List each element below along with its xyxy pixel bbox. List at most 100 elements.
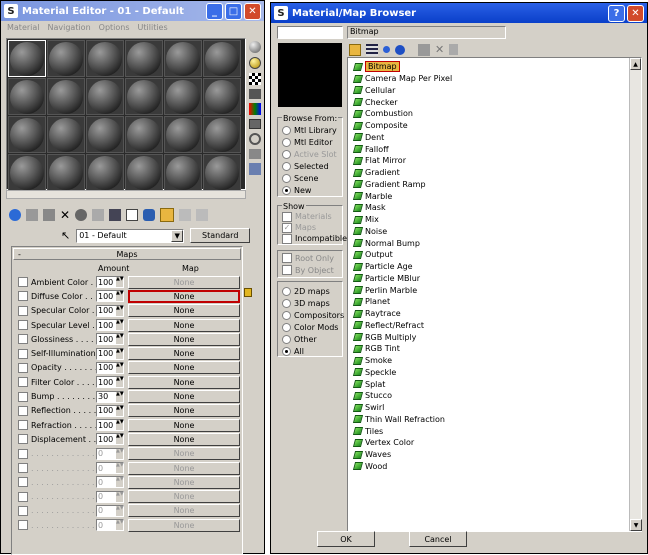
reset-map-icon[interactable]: ✕ — [60, 208, 70, 222]
map-enable-checkbox[interactable] — [18, 520, 28, 531]
map-enable-checkbox[interactable] — [18, 291, 28, 302]
map-enable-checkbox[interactable] — [18, 448, 28, 459]
map-list-item[interactable]: Reflect/Refract — [352, 320, 641, 332]
map-enable-checkbox[interactable] — [18, 420, 28, 431]
map-list-item[interactable]: Mix — [352, 214, 641, 226]
spinner-arrows-icon[interactable]: ▲▼ — [116, 320, 124, 331]
spinner-arrows-icon[interactable]: ▲▼ — [116, 291, 124, 302]
make-unique-icon[interactable] — [92, 209, 105, 221]
map-list-item[interactable]: Splat — [352, 378, 641, 390]
get-material-icon[interactable] — [9, 209, 21, 221]
spinner-arrows-icon[interactable]: ▲▼ — [116, 434, 124, 445]
filter-2d-maps-radio[interactable]: 2D maps — [282, 285, 344, 297]
map-enable-checkbox[interactable] — [18, 491, 28, 502]
map-slot-button[interactable]: None — [128, 361, 240, 375]
sample-slot[interactable] — [47, 78, 85, 115]
map-list-item[interactable]: Output — [352, 249, 641, 261]
menu-item-navigation[interactable]: Navigation — [48, 23, 91, 33]
show-end-result-icon[interactable] — [160, 208, 175, 222]
map-list-item[interactable]: Gradient — [352, 167, 641, 179]
sample-slot[interactable] — [8, 154, 46, 191]
map-list-item[interactable]: Composite — [352, 120, 641, 132]
map-amount-spinner[interactable]: 100 ▲▼ — [96, 333, 124, 346]
lock-icon[interactable] — [244, 288, 252, 297]
sample-slot[interactable] — [164, 154, 202, 191]
sample-slot[interactable] — [203, 40, 241, 77]
background-icon[interactable] — [249, 73, 261, 85]
map-amount-spinner[interactable]: 100 ▲▼ — [96, 319, 124, 332]
map-slot-button[interactable]: None — [128, 304, 240, 318]
map-slot-button[interactable]: None — [128, 318, 240, 332]
map-list-item[interactable]: Flat Mirror — [352, 155, 641, 167]
map-slot-button[interactable]: None — [128, 475, 240, 489]
map-slot-button[interactable]: None — [128, 347, 240, 361]
map-enable-checkbox[interactable] — [18, 505, 28, 516]
browse-from-selected-radio[interactable]: Selected — [282, 160, 337, 172]
map-list-item[interactable]: RGB Tint — [352, 343, 641, 355]
map-list-item[interactable]: Smoke — [352, 355, 641, 367]
map-amount-spinner[interactable]: 0 ▲▼ — [96, 490, 124, 503]
browser-selected-name-field[interactable]: Bitmap — [347, 26, 506, 39]
map-amount-spinner[interactable]: 0 ▲▼ — [96, 504, 124, 517]
map-list-item[interactable]: Speckle — [352, 367, 641, 379]
map-list-item[interactable]: Checker — [352, 96, 641, 108]
spinner-arrows-icon[interactable]: ▲▼ — [116, 391, 124, 402]
map-list-item[interactable]: Particle Age — [352, 261, 641, 273]
map-enable-checkbox[interactable] — [18, 362, 28, 373]
spinner-arrows-icon[interactable]: ▲▼ — [116, 277, 124, 288]
sample-slot[interactable] — [203, 154, 241, 191]
sample-slot[interactable] — [47, 40, 85, 77]
map-enable-checkbox[interactable] — [18, 305, 28, 316]
spinner-arrows-icon[interactable]: ▲▼ — [116, 348, 124, 359]
spinner-arrows-icon[interactable]: ▲▼ — [116, 520, 124, 531]
map-amount-spinner[interactable]: 100 ▲▼ — [96, 347, 124, 360]
filter-compositors-radio[interactable]: Compositors — [282, 309, 344, 321]
map-enable-checkbox[interactable] — [18, 477, 28, 488]
sample-slot[interactable] — [8, 78, 46, 115]
spinner-arrows-icon[interactable]: ▲▼ — [116, 463, 124, 473]
map-amount-spinner[interactable]: 0 ▲▼ — [96, 447, 124, 460]
spinner-arrows-icon[interactable]: ▲▼ — [116, 405, 124, 416]
map-list-item[interactable]: Swirl — [352, 402, 641, 414]
browse-from-mtl-editor-radio[interactable]: Mtl Editor — [282, 136, 337, 148]
menu-item-material[interactable]: Material — [7, 23, 40, 33]
show-materials-checkbox[interactable]: Materials — [282, 211, 347, 222]
sample-slot[interactable] — [203, 116, 241, 153]
select-by-material-icon[interactable] — [249, 149, 261, 159]
map-list-item[interactable]: Stucco — [352, 390, 641, 402]
map-list-item[interactable]: Wood — [352, 461, 641, 473]
map-list-item[interactable]: Combustion — [352, 108, 641, 120]
map-list-item[interactable]: Planet — [352, 296, 641, 308]
sample-slot[interactable] — [86, 154, 124, 191]
sample-slot[interactable] — [125, 154, 163, 191]
map-slot-button[interactable]: None — [128, 332, 240, 346]
map-slot-button[interactable]: None — [128, 432, 240, 446]
map-list-item[interactable]: Gradient Ramp — [352, 179, 641, 191]
map-enable-checkbox[interactable] — [18, 320, 28, 331]
by-object-checkbox[interactable]: By Object — [282, 265, 334, 275]
spinner-arrows-icon[interactable]: ▲▼ — [116, 305, 124, 316]
map-list-item[interactable]: Camera Map Per Pixel — [352, 73, 641, 85]
map-amount-spinner[interactable]: 0 ▲▼ — [96, 462, 124, 474]
spinner-arrows-icon[interactable]: ▲▼ — [116, 377, 124, 388]
map-slot-button[interactable]: None — [128, 447, 240, 461]
sample-slot[interactable] — [125, 40, 163, 77]
sample-slot[interactable] — [125, 78, 163, 115]
map-enable-checkbox[interactable] — [18, 405, 28, 416]
show-maps-checkbox[interactable]: ✓ Maps — [282, 222, 347, 233]
map-list-item[interactable]: Cellular — [352, 85, 641, 97]
map-slot-button[interactable]: None — [128, 418, 240, 432]
map-enable-checkbox[interactable] — [18, 377, 28, 388]
filter-all-radio[interactable]: All — [282, 345, 344, 357]
browser-name-field[interactable] — [277, 26, 343, 39]
map-list-item[interactable]: Dent — [352, 132, 641, 144]
sample-slot[interactable] — [203, 78, 241, 115]
sample-slot[interactable] — [164, 40, 202, 77]
map-list-item[interactable]: Marble — [352, 190, 641, 202]
map-enable-checkbox[interactable] — [18, 391, 28, 402]
filter-color-mods-radio[interactable]: Color Mods — [282, 321, 344, 333]
browse-from-new-radio[interactable]: New — [282, 184, 337, 196]
material-navigator-icon[interactable] — [249, 163, 261, 175]
sample-slot[interactable] — [125, 116, 163, 153]
sample-uv-icon[interactable] — [249, 89, 261, 99]
